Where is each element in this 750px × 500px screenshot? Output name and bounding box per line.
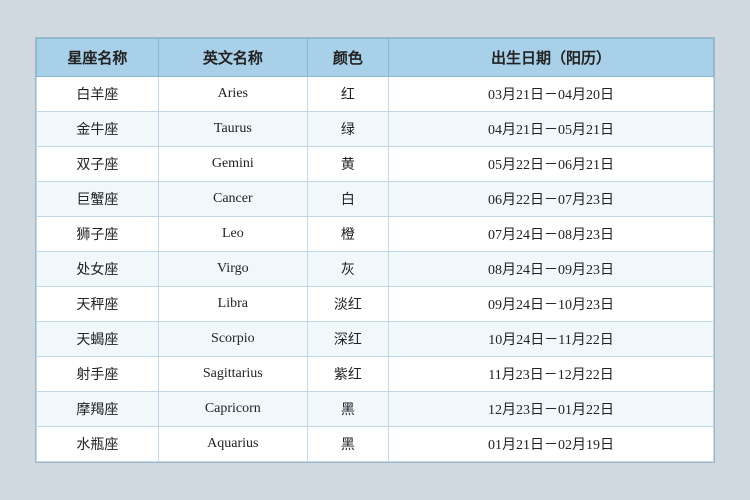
cell-color: 黑 <box>307 427 388 462</box>
cell-date: 05月22日－06月21日 <box>389 147 714 182</box>
cell-english: Gemini <box>158 147 307 182</box>
cell-english: Virgo <box>158 252 307 287</box>
cell-date: 03月21日－04月20日 <box>389 77 714 112</box>
cell-color: 紫红 <box>307 357 388 392</box>
cell-english: Aries <box>158 77 307 112</box>
cell-date: 09月24日－10月23日 <box>389 287 714 322</box>
cell-english: Sagittarius <box>158 357 307 392</box>
cell-chinese: 水瓶座 <box>37 427 159 462</box>
cell-date: 06月22日－07月23日 <box>389 182 714 217</box>
table-row: 狮子座Leo橙07月24日－08月23日 <box>37 217 714 252</box>
cell-color: 深红 <box>307 322 388 357</box>
cell-chinese: 白羊座 <box>37 77 159 112</box>
cell-date: 07月24日－08月23日 <box>389 217 714 252</box>
cell-color: 黄 <box>307 147 388 182</box>
cell-color: 淡红 <box>307 287 388 322</box>
cell-color: 黑 <box>307 392 388 427</box>
cell-date: 11月23日－12月22日 <box>389 357 714 392</box>
table-row: 射手座Sagittarius紫红11月23日－12月22日 <box>37 357 714 392</box>
table-row: 天秤座Libra淡红09月24日－10月23日 <box>37 287 714 322</box>
cell-chinese: 金牛座 <box>37 112 159 147</box>
cell-english: Libra <box>158 287 307 322</box>
cell-english: Scorpio <box>158 322 307 357</box>
cell-english: Cancer <box>158 182 307 217</box>
table-row: 巨蟹座Cancer白06月22日－07月23日 <box>37 182 714 217</box>
cell-chinese: 射手座 <box>37 357 159 392</box>
header-chinese: 星座名称 <box>37 39 159 77</box>
table-row: 天蝎座Scorpio深红10月24日－11月22日 <box>37 322 714 357</box>
zodiac-table-container: 星座名称 英文名称 颜色 出生日期（阳历） 白羊座Aries红03月21日－04… <box>35 37 715 463</box>
cell-english: Leo <box>158 217 307 252</box>
cell-english: Capricorn <box>158 392 307 427</box>
table-body: 白羊座Aries红03月21日－04月20日金牛座Taurus绿04月21日－0… <box>37 77 714 462</box>
table-row: 金牛座Taurus绿04月21日－05月21日 <box>37 112 714 147</box>
header-date: 出生日期（阳历） <box>389 39 714 77</box>
cell-chinese: 双子座 <box>37 147 159 182</box>
cell-chinese: 狮子座 <box>37 217 159 252</box>
cell-english: Aquarius <box>158 427 307 462</box>
cell-color: 灰 <box>307 252 388 287</box>
cell-chinese: 天秤座 <box>37 287 159 322</box>
cell-color: 橙 <box>307 217 388 252</box>
cell-chinese: 摩羯座 <box>37 392 159 427</box>
header-color: 颜色 <box>307 39 388 77</box>
cell-color: 红 <box>307 77 388 112</box>
zodiac-table: 星座名称 英文名称 颜色 出生日期（阳历） 白羊座Aries红03月21日－04… <box>36 38 714 462</box>
cell-date: 08月24日－09月23日 <box>389 252 714 287</box>
cell-chinese: 处女座 <box>37 252 159 287</box>
table-row: 处女座Virgo灰08月24日－09月23日 <box>37 252 714 287</box>
table-row: 水瓶座Aquarius黑01月21日－02月19日 <box>37 427 714 462</box>
cell-date: 04月21日－05月21日 <box>389 112 714 147</box>
cell-color: 白 <box>307 182 388 217</box>
header-english: 英文名称 <box>158 39 307 77</box>
cell-date: 01月21日－02月19日 <box>389 427 714 462</box>
cell-date: 12月23日－01月22日 <box>389 392 714 427</box>
cell-chinese: 巨蟹座 <box>37 182 159 217</box>
cell-english: Taurus <box>158 112 307 147</box>
cell-color: 绿 <box>307 112 388 147</box>
cell-chinese: 天蝎座 <box>37 322 159 357</box>
table-row: 摩羯座Capricorn黑12月23日－01月22日 <box>37 392 714 427</box>
table-row: 双子座Gemini黄05月22日－06月21日 <box>37 147 714 182</box>
table-header-row: 星座名称 英文名称 颜色 出生日期（阳历） <box>37 39 714 77</box>
table-row: 白羊座Aries红03月21日－04月20日 <box>37 77 714 112</box>
cell-date: 10月24日－11月22日 <box>389 322 714 357</box>
